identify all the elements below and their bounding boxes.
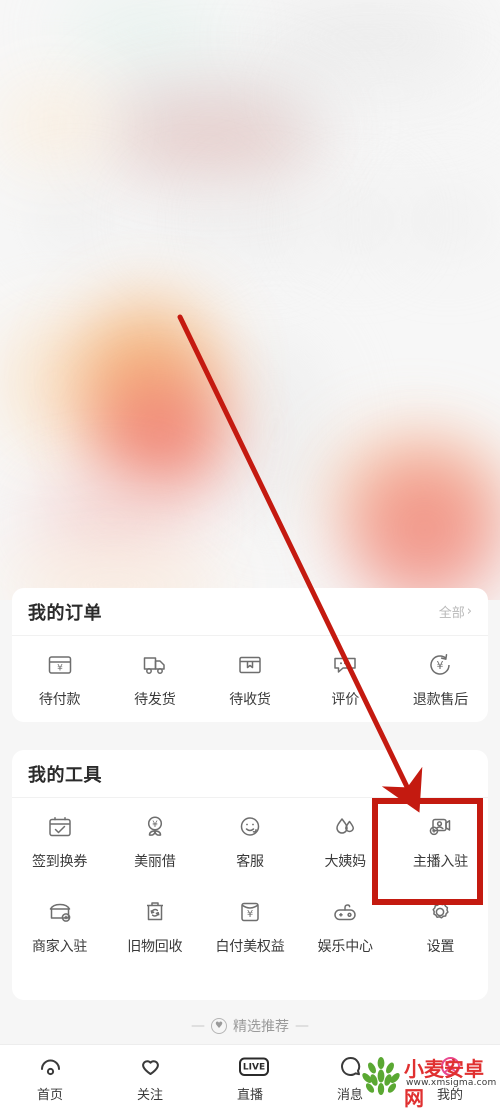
tool-item-period-tracker[interactable]: 大姨妈	[298, 798, 393, 881]
orders-view-all-link[interactable]: 全部 ›	[439, 602, 472, 621]
tool-item-label: 商家入驻	[32, 939, 88, 955]
tools-grid-row-1: 签到换券 ¥ 美丽借 客服 大姨妈 主播入驻	[12, 798, 488, 881]
tool-item-baifumei-benefits[interactable]: ¥ 白付美权益	[202, 883, 297, 966]
tool-item-label: 主播入驻	[412, 854, 469, 870]
tab-live[interactable]: LIVE 直播	[200, 1053, 300, 1103]
order-item-pending-receipt[interactable]: 待收货	[202, 636, 297, 719]
tool-item-entertainment-center[interactable]: 娱乐中心	[298, 883, 393, 966]
divider-dash-right: —	[295, 1018, 309, 1034]
refund-yen-icon: ¥	[425, 650, 455, 680]
tool-item-recycling[interactable]: 旧物回收	[107, 883, 202, 966]
tool-item-label: 旧物回收	[127, 939, 183, 955]
comment-dots-icon	[330, 650, 360, 680]
tool-item-customer-service[interactable]: 客服	[202, 798, 297, 881]
svg-text:LIVE: LIVE	[242, 1063, 264, 1073]
my-orders-card: 我的订单 全部 › ¥ 待付款 待发货 待收货 评价 ¥ 退款售后	[12, 588, 488, 722]
streamer-camera-icon	[425, 812, 455, 842]
my-tools-card: 我的工具 签到换券 ¥ 美丽借 客服 大姨妈 主播入驻 商家入驻 旧物回收 ¥ …	[12, 750, 488, 1000]
orders-view-all-label: 全部	[438, 606, 465, 621]
order-item-label: 待付款	[38, 692, 81, 708]
gamepad-icon	[330, 897, 360, 927]
tab-label: 直播	[236, 1088, 263, 1103]
shop-plus-icon	[45, 897, 75, 927]
tab-home[interactable]: 首页	[0, 1053, 100, 1103]
orders-grid: ¥ 待付款 待发货 待收货 评价 ¥ 退款售后	[12, 636, 488, 719]
tool-item-label: 签到换券	[32, 854, 88, 870]
order-item-pending-payment[interactable]: ¥ 待付款	[12, 636, 107, 719]
my-orders-header: 我的订单 全部 ›	[12, 588, 488, 636]
order-item-label: 退款售后	[412, 692, 469, 708]
wheat-logo	[362, 1057, 400, 1095]
svg-text:¥: ¥	[437, 659, 444, 672]
order-item-refund-aftersale[interactable]: ¥ 退款售后	[393, 636, 488, 719]
yen-sprout-icon: ¥	[140, 812, 170, 842]
truck-icon	[140, 650, 170, 680]
headset-smiley-icon	[235, 812, 265, 842]
envelope-yen-icon: ¥	[235, 897, 265, 927]
watermark-url: www.xmsigma.com	[406, 1078, 497, 1088]
water-drops-icon	[330, 812, 360, 842]
tool-item-settings[interactable]: 设置	[393, 883, 488, 966]
page-title-tools: 我的工具	[28, 764, 102, 786]
live-tv-icon: LIVE	[237, 1053, 269, 1080]
tool-item-streamer-signup[interactable]: 主播入驻	[393, 798, 488, 881]
tool-item-label: 客服	[236, 854, 264, 870]
tab-label: 首页	[36, 1088, 63, 1103]
app-screen: 我的订单 全部 › ¥ 待付款 待发货 待收货 评价 ¥ 退款售后 我的工具 签…	[0, 0, 500, 1111]
featured-divider: — ♥ 精选推荐 —	[0, 1016, 500, 1036]
chevron-right-icon: ›	[466, 604, 472, 619]
tool-item-merchant-signup[interactable]: 商家入驻	[12, 883, 107, 966]
heart-icon	[137, 1053, 164, 1080]
page-title-orders: 我的订单	[28, 602, 102, 624]
box-icon	[235, 650, 265, 680]
featured-label: 精选推荐	[233, 1019, 289, 1035]
my-tools-header: 我的工具	[12, 750, 488, 798]
svg-text:¥: ¥	[152, 820, 158, 830]
order-item-label: 待收货	[229, 692, 271, 708]
heart-badge-icon: ♥	[211, 1018, 227, 1034]
recycle-bin-icon	[140, 897, 170, 927]
tab-label: 关注	[136, 1088, 163, 1103]
watermark: 小麦安卓网 www.xmsigma.com	[356, 1048, 500, 1110]
tool-item-label: 设置	[426, 939, 455, 955]
tool-item-label: 娱乐中心	[317, 939, 373, 955]
gear-icon	[425, 897, 455, 927]
divider-dash-left: —	[191, 1018, 205, 1034]
blurred-profile-header	[0, 0, 500, 600]
order-item-review[interactable]: 评价	[298, 636, 393, 719]
tool-item-label: 白付美权益	[215, 939, 285, 955]
order-item-label: 待发货	[134, 692, 176, 708]
tab-following[interactable]: 关注	[100, 1053, 200, 1103]
order-item-pending-shipment[interactable]: 待发货	[107, 636, 202, 719]
tool-item-beauty-loan[interactable]: ¥ 美丽借	[107, 798, 202, 881]
home-icon	[37, 1053, 64, 1080]
tool-item-label: 美丽借	[134, 854, 176, 870]
card-yen-icon: ¥	[45, 650, 75, 680]
svg-text:¥: ¥	[247, 909, 253, 920]
calendar-check-icon	[45, 812, 75, 842]
tools-grid-row-2: 商家入驻 旧物回收 ¥ 白付美权益 娱乐中心 设置	[12, 883, 488, 966]
svg-text:¥: ¥	[57, 664, 63, 674]
order-item-label: 评价	[331, 692, 360, 708]
tool-item-checkin-coupon[interactable]: 签到换券	[12, 798, 107, 881]
tool-item-label: 大姨妈	[324, 854, 367, 870]
